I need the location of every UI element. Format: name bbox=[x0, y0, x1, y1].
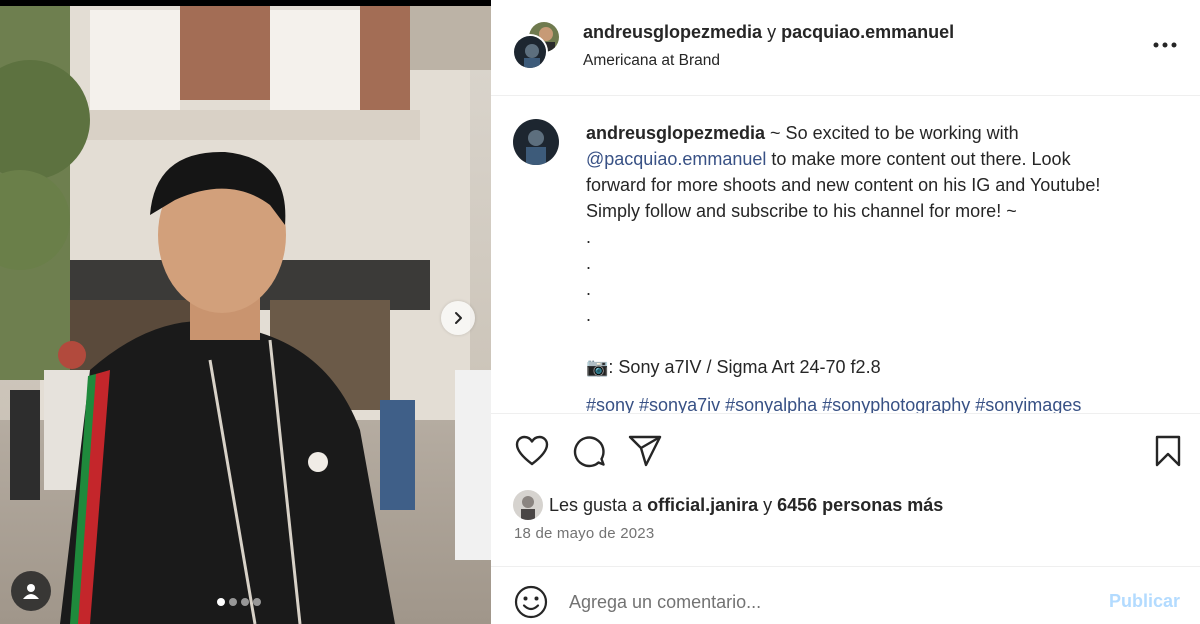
caption-gear-line: 📷: Sony a7IV / Sigma Art 24-70 f2.8 bbox=[586, 354, 1156, 380]
caption-dot-line: . bbox=[586, 305, 592, 325]
comment-bar: Publicar bbox=[491, 566, 1200, 624]
carousel-dot bbox=[241, 598, 249, 606]
save-button[interactable] bbox=[1149, 432, 1187, 470]
carousel-dot bbox=[253, 598, 261, 606]
liker-username[interactable]: official.janira bbox=[647, 495, 758, 515]
caption-dot-line: . bbox=[586, 279, 592, 299]
post-date[interactable]: 18 de mayo de 2023 bbox=[514, 525, 654, 542]
likes-text: Les gusta a official.janira y 6456 perso… bbox=[549, 495, 943, 516]
post-actions bbox=[491, 413, 1200, 488]
likes-middle: y bbox=[758, 494, 778, 515]
likes-prefix: Les gusta a bbox=[549, 494, 648, 515]
caption-text: to make more content out there. Look bbox=[766, 149, 1071, 169]
more-options-button[interactable] bbox=[1151, 33, 1179, 57]
comment-icon bbox=[573, 436, 605, 468]
caption-line: @pacquiao.emmanuel to make more content … bbox=[586, 146, 1156, 172]
comment-button[interactable] bbox=[570, 432, 608, 470]
author-username[interactable]: andreusglopezmedia bbox=[583, 22, 762, 42]
conjunction-text: y bbox=[767, 22, 777, 42]
collaborator-username[interactable]: pacquiao.emmanuel bbox=[781, 22, 954, 42]
post-photo bbox=[0, 0, 491, 624]
caption-author-avatar[interactable] bbox=[513, 119, 559, 165]
post-location[interactable]: Americana at Brand bbox=[583, 52, 720, 70]
author-avatar[interactable] bbox=[512, 34, 548, 70]
carousel-dot bbox=[229, 598, 237, 606]
collab-avatars[interactable] bbox=[512, 20, 562, 70]
likes-count[interactable]: 6456 personas más bbox=[777, 495, 943, 515]
heart-icon bbox=[515, 435, 549, 466]
share-icon bbox=[628, 435, 662, 467]
post-author-names: andreusglopezmedia y pacquiao.emmanuel bbox=[583, 22, 954, 43]
publish-button[interactable]: Publicar bbox=[1109, 591, 1180, 612]
post-header: andreusglopezmedia y pacquiao.emmanuel A… bbox=[491, 0, 1200, 96]
post-media[interactable] bbox=[0, 0, 491, 624]
comment-input[interactable] bbox=[569, 585, 1089, 619]
emoji-icon bbox=[514, 585, 548, 619]
caption-mention[interactable]: @pacquiao.emmanuel bbox=[586, 149, 766, 169]
user-tag-icon bbox=[23, 584, 39, 599]
carousel-indicator bbox=[217, 598, 261, 606]
more-options-icon bbox=[1153, 42, 1177, 48]
caption-text: ~ So excited to be working with bbox=[765, 123, 1019, 143]
camera-emoji: 📷 bbox=[586, 357, 609, 377]
caption-hashtags[interactable]: #sony #sonya7iv #sonyalpha #sonyphotogra… bbox=[586, 392, 1156, 413]
caption-username[interactable]: andreusglopezmedia bbox=[586, 123, 765, 143]
share-button[interactable] bbox=[626, 432, 664, 470]
likes-summary[interactable]: Les gusta a official.janira y 6456 perso… bbox=[513, 490, 943, 520]
like-button[interactable] bbox=[513, 432, 551, 470]
media-top-edge bbox=[0, 0, 491, 6]
caption-line: forward for more shoots and new content … bbox=[586, 175, 1101, 195]
caption-area[interactable]: andreusglopezmedia ~ So excited to be wo… bbox=[491, 97, 1200, 413]
post-caption: andreusglopezmedia ~ So excited to be wo… bbox=[586, 120, 1156, 413]
tagged-users-button[interactable] bbox=[11, 571, 51, 611]
caption-dot-line: . bbox=[586, 227, 592, 247]
carousel-next-button[interactable] bbox=[441, 301, 475, 335]
caption-gear-text: : Sony a7IV / Sigma Art 24-70 f2.8 bbox=[608, 357, 881, 377]
chevron-right-icon bbox=[455, 312, 462, 324]
carousel-dot bbox=[217, 598, 225, 606]
bookmark-icon bbox=[1155, 435, 1181, 467]
post-panel: andreusglopezmedia y pacquiao.emmanuel A… bbox=[491, 0, 1200, 624]
caption-dot-line: . bbox=[586, 253, 592, 273]
caption-line: andreusglopezmedia ~ So excited to be wo… bbox=[586, 120, 1156, 146]
emoji-button[interactable] bbox=[513, 584, 549, 620]
caption-line: Simply follow and subscribe to his chann… bbox=[586, 201, 1017, 221]
liker-avatar[interactable] bbox=[513, 490, 543, 520]
